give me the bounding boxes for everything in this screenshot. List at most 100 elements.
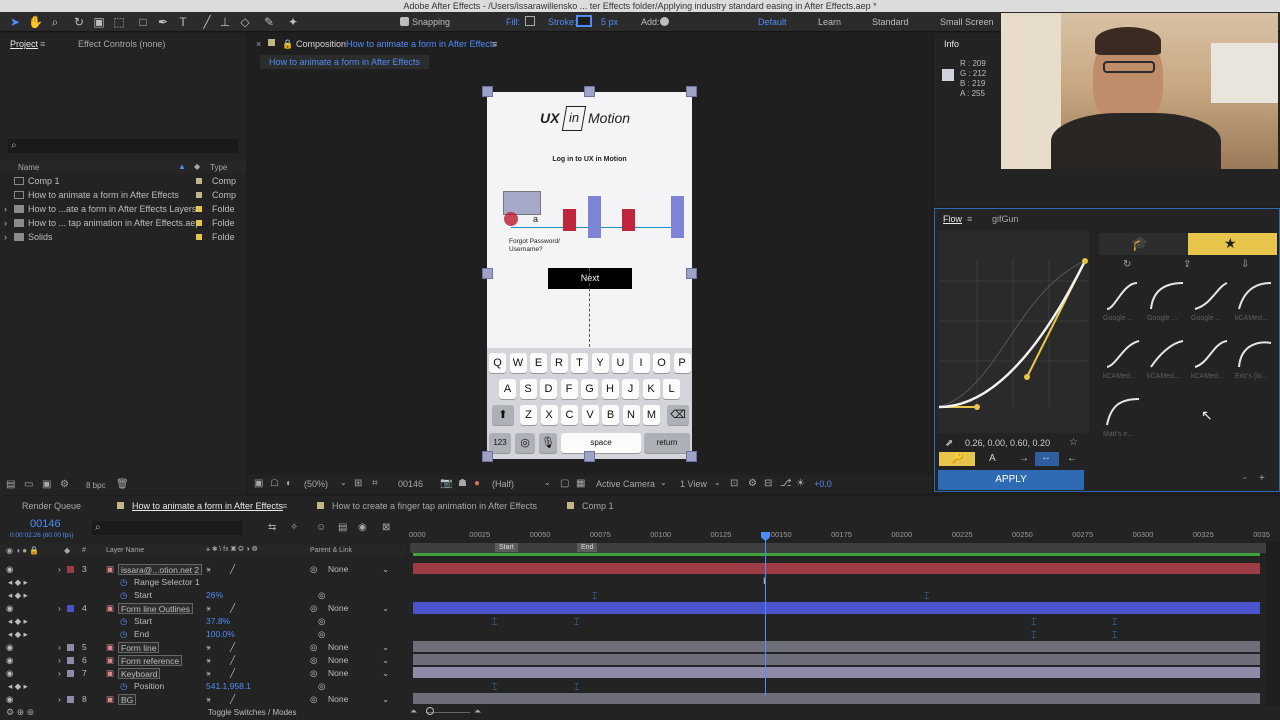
tab-flow[interactable]: Flow — [943, 214, 962, 224]
eye-icon[interactable]: ◉ — [6, 654, 13, 667]
graph-editor-icon[interactable]: ⊠ — [382, 522, 390, 533]
disclosure-icon[interactable]: › — [4, 216, 7, 230]
layer-name[interactable]: Form line Outlines — [118, 603, 193, 614]
toggle-switches-modes[interactable]: Toggle Switches / Modes — [208, 708, 297, 717]
layer-bar[interactable] — [413, 602, 1260, 614]
layer-name[interactable]: Form reference — [118, 655, 183, 666]
keyframe-icon[interactable]: ⌶ — [1112, 631, 1118, 640]
chevron-down-icon[interactable]: ⌄ — [382, 667, 389, 680]
workspace-default[interactable]: Default — [758, 17, 787, 27]
hand-tool-icon[interactable]: ✋ — [28, 15, 43, 29]
list-item[interactable]: › How to ... tap animation in After Effe… — [0, 216, 244, 230]
pick-whip-icon[interactable]: ◎ — [310, 563, 317, 576]
stroke-label[interactable]: Stroke: — [548, 17, 577, 27]
clone-stamp-tool-icon[interactable]: ⊥ — [218, 15, 232, 29]
rectangle-tool-icon[interactable]: □ — [136, 15, 150, 29]
keyframe-icon[interactable]: ⌶ — [574, 618, 580, 627]
transform-handle[interactable] — [584, 86, 595, 97]
refresh-icon[interactable]: ↻ — [1123, 259, 1131, 270]
keyframe-nav-icon[interactable]: ◂ ◆ ▸ — [8, 615, 28, 628]
eye-icon[interactable]: ◉ — [6, 667, 13, 680]
stopwatch-icon[interactable]: ◷ — [120, 628, 127, 641]
channel-icon[interactable]: ● — [474, 478, 480, 489]
eye-icon[interactable]: ◉ — [6, 641, 13, 654]
quality-switch-icon[interactable]: ╱ — [230, 602, 235, 615]
layer-bar[interactable] — [413, 667, 1260, 678]
comp-timecode[interactable]: 00146 — [398, 479, 423, 489]
motion-blur-icon[interactable]: ◉ — [358, 522, 367, 533]
eye-icon[interactable]: ◉ — [6, 602, 13, 615]
keyframe-nav-icon[interactable]: ◂ ◆ ▸ — [8, 680, 28, 693]
lock-icon[interactable]: 🔒 — [282, 39, 293, 50]
arrow-right-icon[interactable]: → — [1019, 453, 1029, 464]
chevron-down-icon[interactable]: ⌄ — [714, 478, 721, 487]
exposure-icon[interactable]: ☀ — [796, 478, 805, 489]
property-value[interactable]: 26% — [206, 589, 223, 602]
delete-key[interactable]: ⌫ — [667, 405, 689, 425]
property-row[interactable]: ◂ ◆ ▸ ◷ Start 26% ◎ — [0, 589, 406, 602]
parent-select[interactable]: None — [328, 641, 348, 654]
layer-switch-icon[interactable]: ⚹ — [206, 602, 211, 615]
bezier-handle-in[interactable] — [974, 404, 980, 410]
key-z[interactable]: Z — [520, 405, 537, 425]
key-s[interactable]: S — [519, 379, 537, 399]
list-item[interactable]: › Solids Folde — [0, 230, 244, 244]
key-o[interactable]: O — [653, 353, 670, 373]
add-menu-icon[interactable] — [660, 17, 669, 26]
col-parent[interactable]: Parent & Link — [310, 547, 352, 554]
preset-item[interactable]: kCAMed... — [1147, 337, 1187, 380]
brush-tool-icon[interactable]: ╱ — [200, 15, 214, 29]
next-button[interactable]: Next — [548, 268, 632, 289]
arrow-left-icon[interactable]: ← — [1067, 453, 1077, 464]
pick-whip-icon[interactable]: ◎ — [310, 667, 317, 680]
list-item[interactable]: › How to ...ate a form in After Effects … — [0, 202, 244, 216]
mic-key-icon[interactable]: 🎙 — [539, 433, 557, 453]
expression-pick-whip-icon[interactable]: ◎ — [318, 680, 325, 693]
bit-depth[interactable]: 8 bpc — [86, 481, 106, 490]
new-folder-icon[interactable]: ▭ — [24, 479, 33, 490]
property-row[interactable]: ◂ ◆ ▸ ◷ End 100.0% ◎ — [0, 628, 406, 641]
transform-handle[interactable] — [584, 451, 595, 462]
workspace-learn[interactable]: Learn — [818, 17, 841, 27]
tab-project[interactable]: Project — [10, 39, 38, 49]
zoom-in-icon[interactable]: ⏶ — [474, 706, 481, 717]
transform-handle[interactable] — [686, 451, 697, 462]
stopwatch-icon[interactable]: ◷ — [120, 615, 127, 628]
expression-pick-whip-icon[interactable]: ◎ — [318, 615, 325, 628]
preset-item[interactable]: Eric's (lo... — [1235, 337, 1275, 380]
transform-handle[interactable] — [482, 86, 493, 97]
chevron-down-icon[interactable]: › — [58, 667, 61, 680]
parent-select[interactable]: None — [328, 693, 348, 706]
settings-icon[interactable]: ⚙ — [60, 479, 69, 490]
frame-blend-icon[interactable]: ▤ — [338, 522, 347, 533]
current-time[interactable]: 00146 — [30, 518, 61, 530]
preview-icon[interactable]: ▣ — [254, 478, 263, 489]
key-t[interactable]: T — [571, 353, 588, 373]
space-key[interactable]: space — [561, 433, 641, 453]
comp-canvas[interactable]: UX in Motion Log in to UX in Motion a Fo… — [487, 92, 692, 459]
key-y[interactable]: Y — [591, 353, 609, 373]
chevron-down-icon[interactable]: ⌄ — [382, 641, 389, 654]
pick-whip-icon[interactable]: ◎ — [310, 602, 317, 615]
camera-select[interactable]: Active Camera — [596, 479, 655, 489]
preset-item[interactable]: Google ... — [1191, 279, 1231, 322]
text-mode-icon[interactable]: A — [989, 453, 996, 464]
key-d[interactable]: D — [540, 379, 557, 399]
eye-icon[interactable]: ◉ — [6, 563, 13, 576]
remove-preset-button[interactable]: - — [1243, 473, 1246, 484]
key-u[interactable]: U — [612, 353, 629, 373]
footer-toggle-icons[interactable]: ⚙ ⊕ ⊛ — [6, 707, 34, 718]
upload-icon[interactable]: ⇪ — [1183, 259, 1191, 270]
snapping-checkbox[interactable] — [400, 17, 409, 26]
bezier-curve-graph[interactable] — [937, 231, 1089, 433]
zoom-tool-icon[interactable]: ⌕ — [48, 15, 62, 29]
comp-menu-icon[interactable]: ≡ — [492, 39, 497, 49]
chevron-down-icon[interactable]: ⌄ — [382, 563, 389, 576]
timeline-icon[interactable]: ⊟ — [764, 478, 772, 489]
bezier-handle-out[interactable] — [1024, 374, 1030, 380]
both-ways-button[interactable]: ↔ — [1035, 452, 1059, 466]
layer-switch-icon[interactable]: ⚹ — [206, 693, 211, 706]
key-g[interactable]: G — [581, 379, 598, 399]
key-123[interactable]: 123 — [489, 433, 511, 453]
key-f[interactable]: F — [560, 379, 578, 399]
